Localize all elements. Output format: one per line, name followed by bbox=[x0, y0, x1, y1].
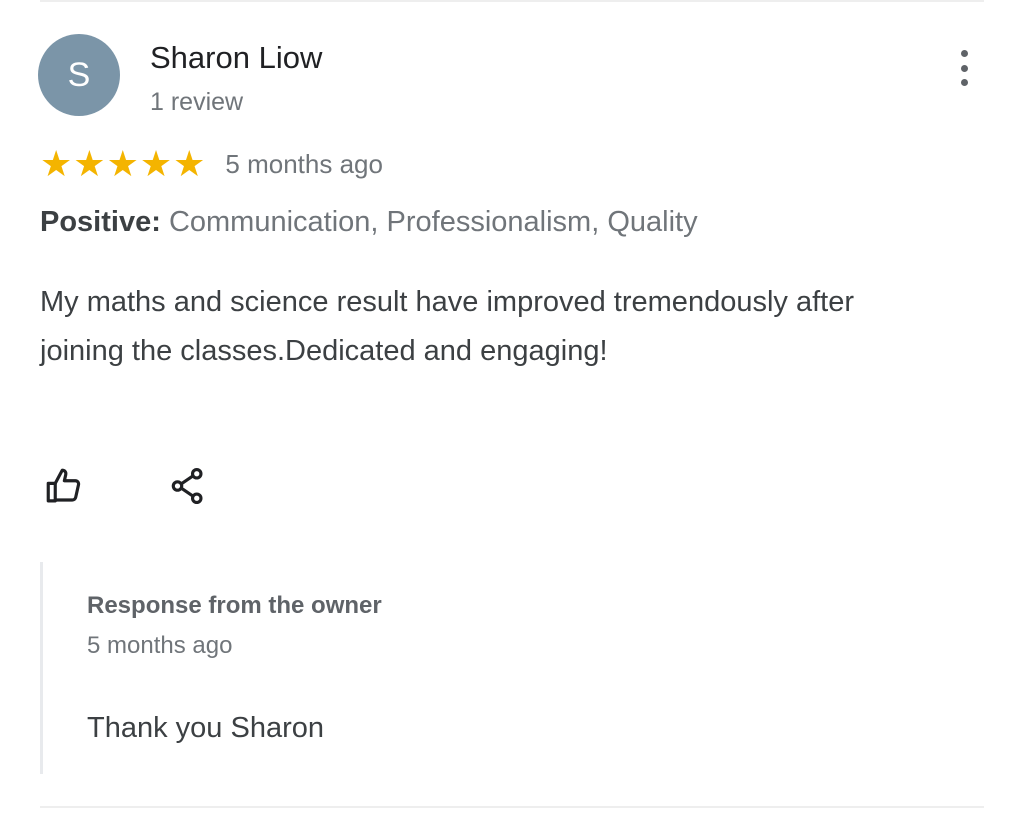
attribute-label: Positive: bbox=[40, 206, 161, 238]
owner-response-text: Thank you Sharon bbox=[87, 712, 324, 744]
rating-row: ★ ★ ★ ★ ★ 5 months ago bbox=[40, 144, 383, 184]
owner-response-date: 5 months ago bbox=[87, 632, 233, 659]
review-actions bbox=[40, 462, 212, 510]
more-vertical-icon-dot bbox=[960, 79, 968, 86]
review-attributes: Positive: Communication, Professionalism… bbox=[40, 206, 698, 239]
like-button[interactable] bbox=[40, 462, 88, 510]
review-count: 1 review bbox=[150, 88, 244, 116]
review-text: My maths and science result have improve… bbox=[40, 286, 854, 367]
share-button[interactable] bbox=[164, 462, 212, 510]
star-icon: ★ bbox=[173, 143, 206, 184]
more-vertical-icon-dot bbox=[960, 64, 968, 72]
more-vertical-icon bbox=[960, 50, 968, 57]
star-rating: ★ ★ ★ ★ ★ bbox=[40, 146, 205, 182]
review-date: 5 months ago bbox=[225, 148, 383, 179]
review-card: S Sharon Liow 1 review ★ ★ ★ ★ ★ 5 months ag… bbox=[0, 0, 1024, 813]
attribute-values: Communication, Professionalism, Quality bbox=[168, 206, 698, 238]
owner-response-title: Response from the owner bbox=[87, 592, 382, 619]
more-options-button[interactable] bbox=[950, 48, 978, 88]
thumbs-up-icon bbox=[46, 468, 81, 503]
top-divider bbox=[40, 0, 984, 2]
share-icon bbox=[171, 467, 203, 505]
bottom-divider bbox=[40, 806, 984, 808]
star-icon: ★ bbox=[73, 143, 106, 184]
reviewer-name[interactable]: Sharon Liow bbox=[150, 40, 322, 76]
star-icon: ★ bbox=[40, 143, 73, 184]
star-icon: ★ bbox=[139, 143, 173, 184]
owner-response: Response from the owner 5 months ago Tha… bbox=[40, 562, 643, 774]
avatar[interactable]: S bbox=[38, 34, 120, 116]
star-icon: ★ bbox=[106, 143, 139, 184]
